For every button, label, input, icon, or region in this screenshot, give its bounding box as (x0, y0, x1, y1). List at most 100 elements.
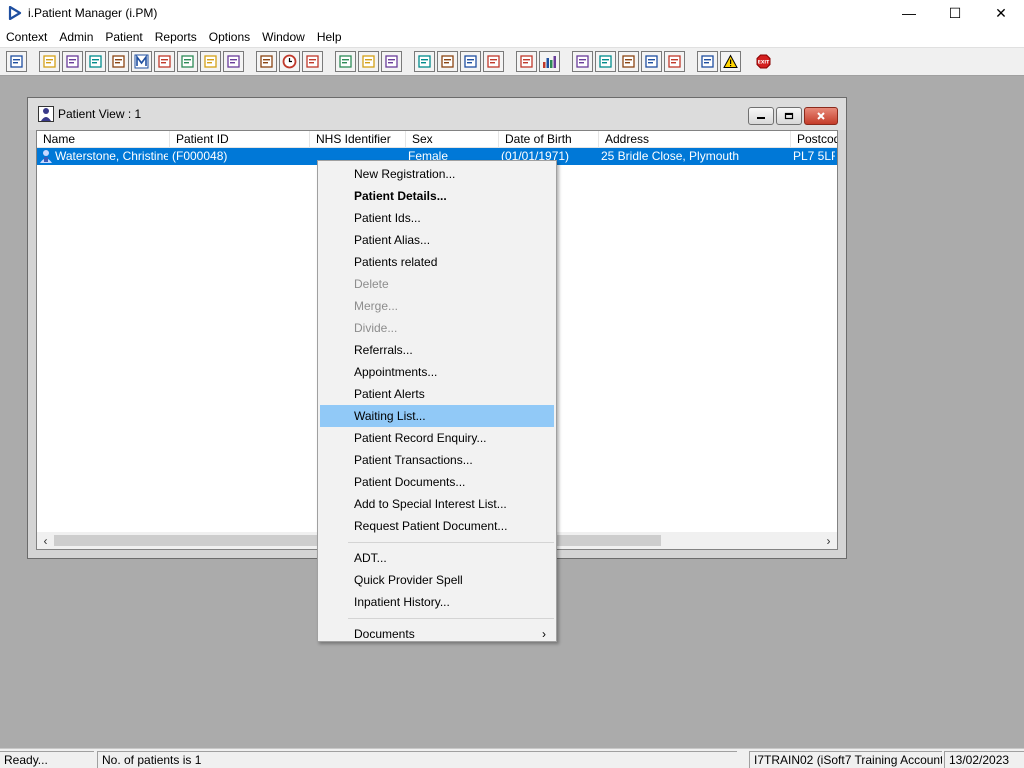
menu-item-referrals[interactable]: Referrals... (320, 339, 554, 361)
menu-item-inpatient-history[interactable]: Inpatient History... (320, 591, 554, 613)
check-doc-button[interactable] (618, 51, 639, 72)
cell-name: Waterstone, Christine... (55, 149, 168, 163)
column-sex[interactable]: Sex (406, 131, 499, 148)
warning-button[interactable] (720, 51, 741, 72)
close-icon (817, 112, 825, 120)
printer-button[interactable] (39, 51, 60, 72)
menu-item-add-special-interest[interactable]: Add to Special Interest List... (320, 493, 554, 515)
transfer-button[interactable] (697, 51, 718, 72)
exit-button[interactable]: EXIT (753, 51, 774, 72)
maximize-button[interactable]: ☐ (932, 0, 978, 26)
clock-button[interactable] (279, 51, 300, 72)
menu-item-patient-ids[interactable]: Patient Ids... (320, 207, 554, 229)
envelope-button[interactable] (256, 51, 277, 72)
folder-edit-button[interactable] (85, 51, 106, 72)
arrow-green-doc-button[interactable] (664, 51, 685, 72)
menu-item-patient-documents[interactable]: Patient Documents... (320, 471, 554, 493)
status-bar: Ready... No. of patients is 1 I7TRAIN02 … (0, 748, 1024, 768)
menu-item-new-registration[interactable]: New Registration... (320, 163, 554, 185)
menu-patient[interactable]: Patient (99, 26, 148, 48)
globe-icon (576, 55, 589, 68)
patient-view-title-bar[interactable]: Patient View : 1 (28, 98, 846, 130)
gauge-button[interactable] (381, 51, 402, 72)
status-account: I7TRAIN02 (iSoft7 Training Account) (749, 751, 942, 768)
check-doc-icon (622, 55, 635, 68)
menu-item-patient-record-enquiry[interactable]: Patient Record Enquiry... (320, 427, 554, 449)
flag-outline-icon (227, 55, 240, 68)
m-letter-button[interactable] (131, 51, 152, 72)
menu-item-documents[interactable]: Documents › (320, 623, 554, 645)
child-close-button[interactable] (804, 107, 838, 125)
menu-item-patient-details[interactable]: Patient Details... (320, 185, 554, 207)
clock-icon (282, 54, 297, 69)
toolbar: EXIT (0, 48, 1024, 76)
menu-item-adt[interactable]: ADT... (320, 547, 554, 569)
patient-context-menu: New Registration... Patient Details... P… (317, 160, 557, 642)
app-title: i.Patient Manager (i.PM) (28, 6, 158, 20)
menu-item-patient-transactions[interactable]: Patient Transactions... (320, 449, 554, 471)
flag-outline-button[interactable] (223, 51, 244, 72)
patient-view-title: Patient View : 1 (58, 107, 142, 121)
flag-button[interactable] (200, 51, 221, 72)
scroll-left-button[interactable]: ‹ (37, 532, 54, 549)
globe-button[interactable] (572, 51, 593, 72)
warning-icon (723, 54, 738, 68)
menu-item-request-patient-document[interactable]: Request Patient Document... (320, 515, 554, 537)
menu-help[interactable]: Help (311, 26, 348, 48)
menu-window[interactable]: Window (256, 26, 311, 48)
book-red-icon (66, 55, 79, 68)
notepad-icon (181, 55, 194, 68)
page-button[interactable] (516, 51, 537, 72)
monitor-button[interactable] (302, 51, 323, 72)
menu-separator (348, 618, 554, 619)
arrow-green-button[interactable] (641, 51, 662, 72)
screen-edit-icon (362, 55, 375, 68)
minimize-button[interactable]: — (886, 0, 932, 26)
menu-item-waiting-list[interactable]: Waiting List... (320, 405, 554, 427)
note-yellow-button[interactable] (414, 51, 435, 72)
menu-options[interactable]: Options (203, 26, 256, 48)
close-button[interactable]: ✕ (978, 0, 1024, 26)
bar-chart-button[interactable] (539, 51, 560, 72)
screen-list-button[interactable] (335, 51, 356, 72)
document-grid-button[interactable] (108, 51, 129, 72)
menu-item-patient-alerts[interactable]: Patient Alerts (320, 383, 554, 405)
column-postcode[interactable]: Postcod (791, 131, 837, 148)
user-button[interactable] (6, 51, 27, 72)
arrow-green-icon (645, 55, 658, 68)
child-minimize-button[interactable] (748, 107, 774, 125)
bed-button[interactable] (460, 51, 481, 72)
column-patient-id[interactable]: Patient ID (170, 131, 310, 148)
menu-reports[interactable]: Reports (149, 26, 203, 48)
menu-item-quick-provider-spell[interactable]: Quick Provider Spell (320, 569, 554, 591)
image-doc-icon (441, 55, 454, 68)
menu-admin[interactable]: Admin (53, 26, 99, 48)
patient-icon (40, 150, 52, 163)
scroll-right-button[interactable]: › (820, 532, 837, 549)
nurse-button[interactable] (154, 51, 175, 72)
column-address[interactable]: Address (599, 131, 791, 148)
context-menu-group-adt: ADT... Quick Provider Spell Inpatient Hi… (318, 547, 556, 613)
column-date-of-birth[interactable]: Date of Birth (499, 131, 599, 148)
document-grid-icon (112, 55, 125, 68)
screen-edit-button[interactable] (358, 51, 379, 72)
cell-patient-id: (F000048) (172, 149, 228, 163)
column-name[interactable]: Name (37, 131, 170, 148)
nurse-icon (158, 55, 171, 68)
ambulance-button[interactable] (483, 51, 504, 72)
menu-item-patients-related[interactable]: Patients related (320, 251, 554, 273)
column-nhs-identifier[interactable]: NHS Identifier (310, 131, 406, 148)
menu-item-divide: Divide... (354, 321, 398, 335)
menu-item-appointments[interactable]: Appointments... (320, 361, 554, 383)
gauge-icon (385, 55, 398, 68)
child-restore-button[interactable] (776, 107, 802, 125)
book-red-button[interactable] (62, 51, 83, 72)
forms-button[interactable] (595, 51, 616, 72)
cell-postcode: PL7 5LF (793, 149, 835, 163)
notepad-button[interactable] (177, 51, 198, 72)
menu-item-patient-alias[interactable]: Patient Alias... (320, 229, 554, 251)
menu-context[interactable]: Context (0, 26, 53, 48)
image-doc-button[interactable] (437, 51, 458, 72)
menu-item-documents-label: Documents (354, 627, 415, 641)
patient-icon (38, 106, 54, 122)
